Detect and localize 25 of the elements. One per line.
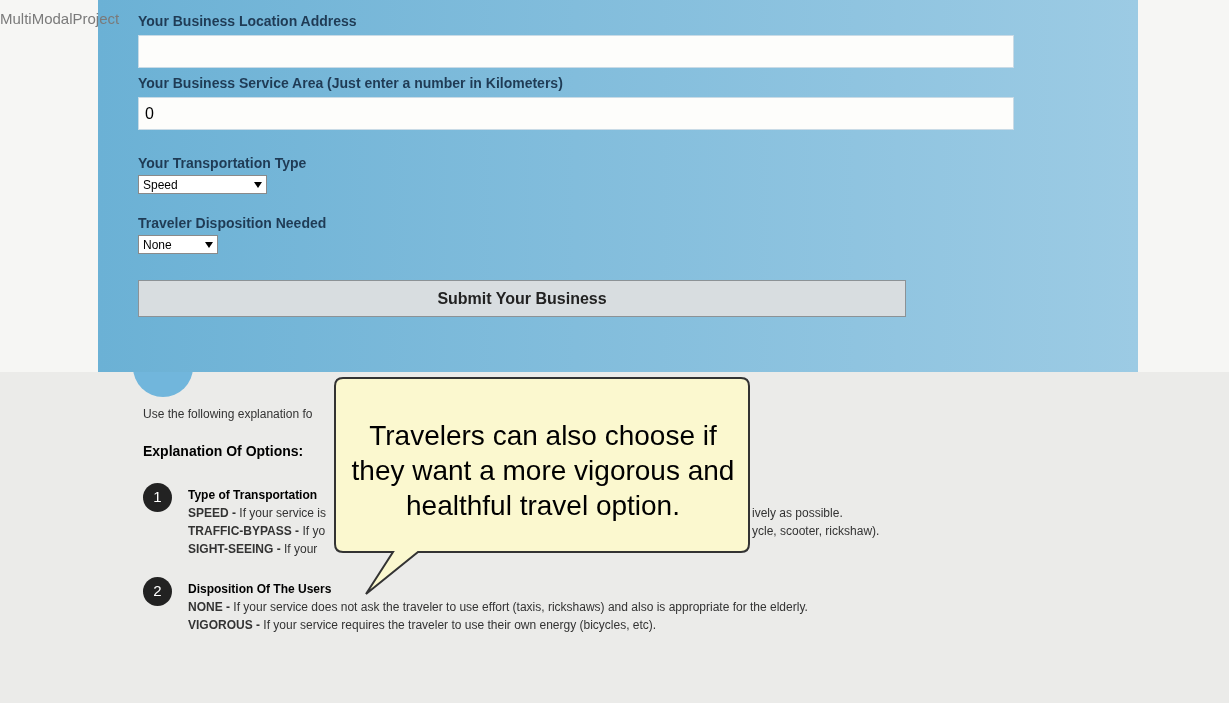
option-description: SIGHT-SEEING - If your bbox=[188, 541, 319, 558]
caret-icon bbox=[205, 241, 213, 248]
field-label: Traveler Disposition Needed bbox=[138, 214, 328, 232]
dropdown[interactable]: None bbox=[138, 235, 218, 254]
option-description: ycle, scooter, rickshaw). bbox=[752, 523, 880, 540]
callout-text: Travelers can also choose if they want a more vigorous and healthful travel option. bbox=[350, 419, 736, 523]
option-description: ively as possible. bbox=[752, 505, 843, 522]
intro-text: Use the following explanation fo bbox=[143, 406, 314, 423]
number-badge: 1 bbox=[143, 483, 172, 512]
option-description: SPEED - If your service is bbox=[188, 505, 328, 522]
input-field[interactable]: 0 bbox=[138, 97, 1014, 130]
field-label: Your Business Service Area (Just enter a number in Kilometers) bbox=[138, 74, 564, 92]
option-title: Disposition Of The Users bbox=[188, 581, 333, 598]
field-label: Your Transportation Type bbox=[138, 154, 308, 172]
dropdown[interactable]: Speed bbox=[138, 175, 267, 194]
option-description: NONE - If your service does not ask the traveler to use effort (taxis, rickshaws) and also is appropriate for the elderly. bbox=[188, 599, 808, 616]
option-description: VIGOROUS - If your service requires the traveler to use their own energy (bicycles, etc). bbox=[188, 617, 658, 634]
input-field[interactable] bbox=[138, 35, 1014, 68]
caret-icon bbox=[254, 181, 262, 188]
option-description: TRAFFIC-BYPASS - If yo bbox=[188, 523, 327, 540]
submit-button[interactable]: Submit Your Business bbox=[138, 280, 906, 317]
option-title: Type of Transportation bbox=[188, 487, 319, 504]
field-label: Your Business Location Address bbox=[138, 12, 358, 30]
section-heading: Explanation Of Options: bbox=[143, 442, 305, 461]
number-badge: 2 bbox=[143, 577, 172, 606]
